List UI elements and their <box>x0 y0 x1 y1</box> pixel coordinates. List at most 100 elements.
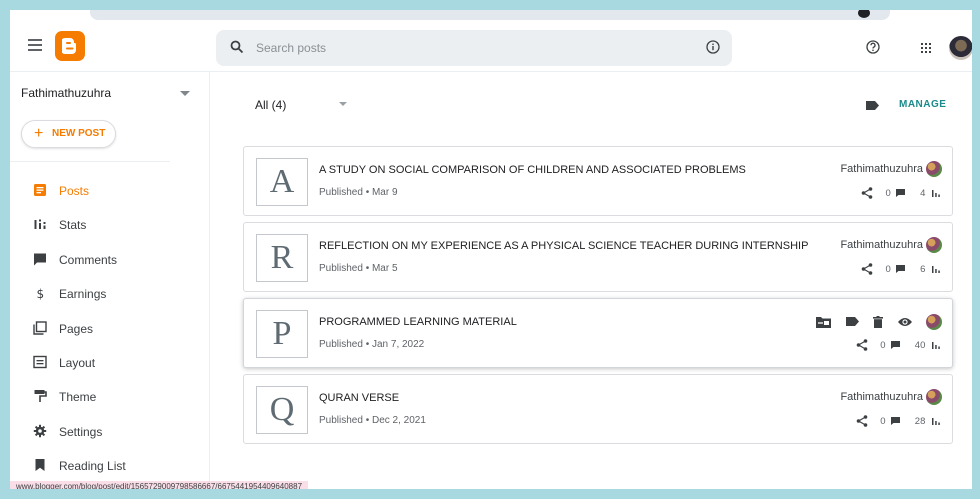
sidebar-item-label: Earnings <box>59 287 107 302</box>
move-to-draft-icon[interactable] <box>816 316 832 328</box>
comment-count: 0 <box>880 339 886 351</box>
post-row[interactable]: R REFLECTION ON MY EXPERIENCE AS A PHYSI… <box>243 222 953 292</box>
view-count: 28 <box>914 415 926 427</box>
search-icon[interactable] <box>230 40 244 54</box>
post-thumbnail: Q <box>256 386 308 434</box>
views-icon <box>932 342 940 349</box>
post-row[interactable]: Q QURAN VERSE Published • Dec 2, 2021 Fa… <box>243 374 953 444</box>
share-icon[interactable] <box>861 187 873 199</box>
author-name: Fathimathuzuhra <box>840 390 923 403</box>
sidebar-item-label: Layout <box>59 355 96 370</box>
sidebar-item-label: Settings <box>59 424 103 439</box>
post-row[interactable]: A A STUDY ON SOCIAL COMPARISON OF CHILDR… <box>243 146 953 216</box>
view-count: 40 <box>914 339 926 351</box>
comment-icon <box>891 417 901 425</box>
bookmark-icon <box>35 459 45 472</box>
views-icon <box>932 266 940 273</box>
post-stats: 0 28 <box>856 415 940 427</box>
view-count: 4 <box>920 187 926 199</box>
manage-labels-button[interactable]: MANAGE <box>899 99 946 110</box>
sidebar-item-comments[interactable]: Comments <box>10 243 210 277</box>
sidebar-item-settings[interactable]: Settings <box>10 415 210 449</box>
author-avatar <box>926 161 942 177</box>
blogger-logo[interactable] <box>55 31 85 61</box>
post-status: Published • Mar 9 <box>319 187 398 198</box>
view-count: 6 <box>920 263 926 275</box>
post-stats: 0 40 <box>856 339 940 351</box>
author-avatar <box>926 313 942 330</box>
comment-count: 0 <box>885 263 891 275</box>
share-icon[interactable] <box>856 415 868 427</box>
sidebar-item-label: Stats <box>59 218 87 233</box>
share-icon[interactable] <box>861 263 873 275</box>
sidebar-item-posts[interactable]: Posts <box>10 174 210 208</box>
post-stats: 0 4 <box>861 187 940 199</box>
blog-selector[interactable]: Fathimathuzuhra <box>21 86 111 100</box>
chevron-down-icon[interactable] <box>339 102 347 106</box>
search-input[interactable] <box>256 38 676 58</box>
earnings-icon: $ <box>37 287 45 300</box>
post-thumbnail: A <box>256 158 308 206</box>
sidebar-divider <box>10 161 170 162</box>
apps-grid-icon[interactable] <box>921 43 931 53</box>
share-icon[interactable] <box>856 339 868 351</box>
post-title[interactable]: PROGRAMMED LEARNING MATERIAL <box>319 316 517 328</box>
post-author: Fathimathuzuhra <box>840 389 942 405</box>
comment-count: 0 <box>880 415 886 427</box>
svg-text:$: $ <box>37 287 45 300</box>
views-icon <box>932 190 940 197</box>
gear-icon <box>33 424 47 437</box>
comment-icon <box>891 341 901 349</box>
sidebar-item-pages[interactable]: Pages <box>10 312 210 346</box>
post-author: Fathimathuzuhra <box>840 237 942 253</box>
info-icon[interactable] <box>706 40 720 54</box>
views-icon <box>932 418 940 425</box>
sidebar-nav: Posts Stats Comments $ Earnings Pages La… <box>10 174 210 484</box>
posts-icon <box>34 184 46 196</box>
sidebar-item-label: Posts <box>59 184 90 198</box>
browser-tab-strip <box>90 10 890 20</box>
post-author: Fathimathuzuhra <box>840 161 942 177</box>
help-icon[interactable] <box>866 40 880 54</box>
author-avatar <box>926 237 942 253</box>
sidebar-item-earnings[interactable]: $ Earnings <box>10 277 210 311</box>
comment-count: 0 <box>885 187 891 199</box>
account-avatar[interactable] <box>949 36 972 60</box>
plus-icon: + <box>34 125 44 142</box>
view-icon[interactable] <box>897 317 912 327</box>
post-list-panel: All (4) MANAGE A A STUDY ON SOCIAL COMPA… <box>210 72 972 489</box>
sidebar-item-label: Reading List <box>59 459 126 474</box>
sidebar-item-layout[interactable]: Layout <box>10 346 210 380</box>
comments-icon <box>34 253 46 266</box>
pages-icon <box>33 320 47 335</box>
post-row[interactable]: P PROGRAMMED LEARNING MATERIAL Published… <box>243 298 953 368</box>
search-bar <box>216 30 732 66</box>
post-status: Published • Mar 5 <box>319 263 398 274</box>
post-thumbnail: R <box>256 234 308 282</box>
sidebar-item-label: Comments <box>59 252 118 267</box>
post-title[interactable]: REFLECTION ON MY EXPERIENCE AS A PHYSICA… <box>319 240 808 252</box>
app-window: Fathimathuzuhra + NEW POST Posts Stats <box>10 10 972 489</box>
sidebar-item-label: Pages <box>59 321 94 336</box>
chevron-down-icon[interactable] <box>180 91 190 96</box>
post-stats: 0 6 <box>861 263 940 275</box>
post-thumbnail: P <box>256 310 308 358</box>
sidebar-item-stats[interactable]: Stats <box>10 208 210 242</box>
post-status: Published • Jan 7, 2022 <box>319 339 425 350</box>
hamburger-menu-icon[interactable] <box>28 39 42 51</box>
sidebar: Fathimathuzuhra + NEW POST Posts Stats C… <box>10 72 210 489</box>
post-title[interactable]: A STUDY ON SOCIAL COMPARISON OF CHILDREN… <box>319 164 746 176</box>
browser-profile-icon <box>858 10 870 18</box>
author-name: Fathimathuzuhra <box>840 162 923 175</box>
post-filter-dropdown[interactable]: All (4) <box>255 98 286 112</box>
label-icon[interactable] <box>866 101 879 110</box>
sidebar-item-theme[interactable]: Theme <box>10 380 210 414</box>
author-avatar <box>926 389 942 405</box>
post-title[interactable]: QURAN VERSE <box>319 392 399 404</box>
new-post-button[interactable]: + NEW POST <box>21 120 116 148</box>
label-icon[interactable] <box>845 317 859 327</box>
sidebar-item-label: Theme <box>59 390 97 405</box>
author-name: Fathimathuzuhra <box>840 238 923 251</box>
trash-icon[interactable] <box>873 315 884 328</box>
sidebar-item-reading-list[interactable]: Reading List <box>10 449 210 483</box>
